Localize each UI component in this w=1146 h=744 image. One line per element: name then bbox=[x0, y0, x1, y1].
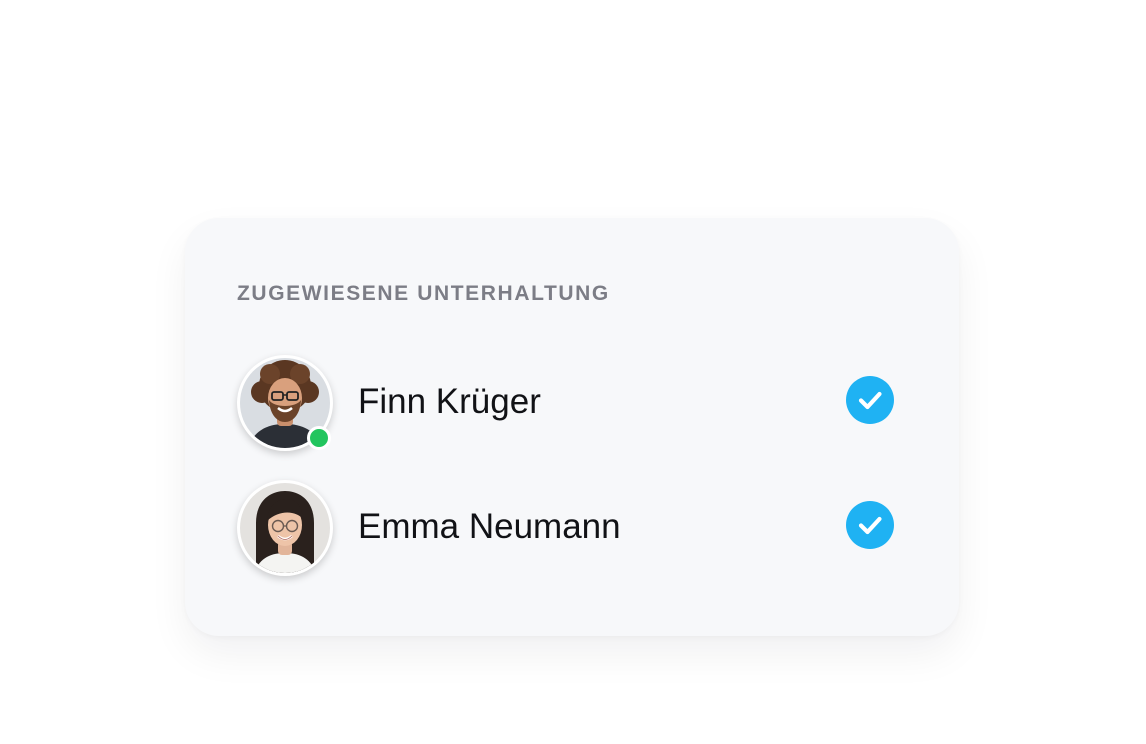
assignee-name: Emma Neumann bbox=[358, 507, 621, 546]
avatar bbox=[237, 480, 333, 576]
check-icon[interactable] bbox=[846, 501, 894, 549]
avatar-woman-icon bbox=[240, 483, 330, 573]
assignee-name: Finn Krüger bbox=[358, 382, 541, 421]
assignee-row[interactable]: Finn Krüger bbox=[237, 355, 897, 451]
stage: ZUGEWIESENE UNTERHALTUNG Finn Krüger Emm… bbox=[0, 0, 1146, 744]
assigned-conversation-card: ZUGEWIESENE UNTERHALTUNG Finn Krüger Emm… bbox=[185, 218, 959, 636]
assignee-row[interactable]: Emma Neumann bbox=[237, 480, 897, 576]
check-icon[interactable] bbox=[846, 376, 894, 424]
card-title: ZUGEWIESENE UNTERHALTUNG bbox=[237, 282, 610, 305]
online-status-indicator bbox=[307, 426, 331, 450]
